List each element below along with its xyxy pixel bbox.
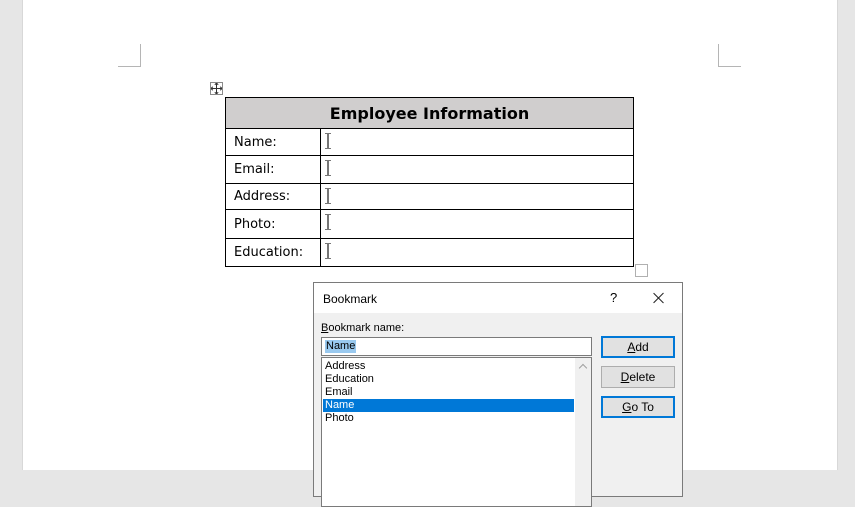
row-value-education[interactable] <box>320 238 634 267</box>
dialog-title: Bookmark <box>323 292 378 306</box>
row-label-email: Email: <box>225 155 321 184</box>
text-cursor-icon <box>325 133 331 149</box>
delete-button-mnemonic: D <box>620 370 630 384</box>
text-cursor-icon <box>325 243 331 259</box>
list-scrollbar[interactable] <box>575 358 591 506</box>
delete-button[interactable]: Delete <box>601 366 675 388</box>
row-label-photo: Photo: <box>225 209 321 239</box>
add-button-label: dd <box>635 340 649 354</box>
list-item[interactable]: Education <box>323 373 574 386</box>
help-button[interactable]: ? <box>610 290 617 305</box>
bookmark-dialog: Bookmark ? Bookmark name: Name Address E… <box>313 282 683 507</box>
bookmark-name-label: Bookmark name: <box>321 322 404 334</box>
list-item-selected[interactable]: Name <box>323 399 574 412</box>
table-resize-handle[interactable] <box>635 264 648 277</box>
row-label-name: Name: <box>225 128 321 156</box>
text-cursor-icon <box>325 160 331 176</box>
row-label-education: Education: <box>225 238 321 267</box>
close-icon[interactable] <box>649 289 669 307</box>
text-cursor-icon <box>325 214 331 230</box>
bookmark-name-input[interactable]: Name <box>321 337 592 356</box>
bookmark-name-value: Name <box>325 340 357 353</box>
table-move-handle-icon[interactable] <box>210 82 223 95</box>
margin-corner-right <box>718 44 741 67</box>
row-label-address: Address: <box>225 183 321 210</box>
employee-table: Employee Information Name: Email: Addres… <box>225 97 634 267</box>
scroll-up-icon[interactable] <box>578 363 588 373</box>
row-value-address[interactable] <box>320 183 634 210</box>
row-value-email[interactable] <box>320 155 634 184</box>
row-value-photo[interactable] <box>320 209 634 239</box>
dialog-titlebar[interactable]: Bookmark ? <box>314 283 682 313</box>
margin-corner-left <box>118 44 141 67</box>
bookmark-list[interactable]: Address Education Email Name Photo <box>321 357 592 507</box>
row-value-name[interactable] <box>320 128 634 156</box>
delete-button-label: elete <box>629 370 656 384</box>
add-button[interactable]: Add <box>601 336 675 358</box>
list-item[interactable]: Email <box>323 386 574 399</box>
list-item[interactable]: Photo <box>323 412 574 425</box>
bookmark-name-label-text: ookmark name: <box>328 322 405 334</box>
list-item[interactable]: Address <box>323 360 574 373</box>
table-title: Employee Information <box>225 97 634 129</box>
goto-button-label: o To <box>631 400 654 414</box>
goto-button[interactable]: Go To <box>601 396 675 418</box>
text-cursor-icon <box>325 188 331 204</box>
